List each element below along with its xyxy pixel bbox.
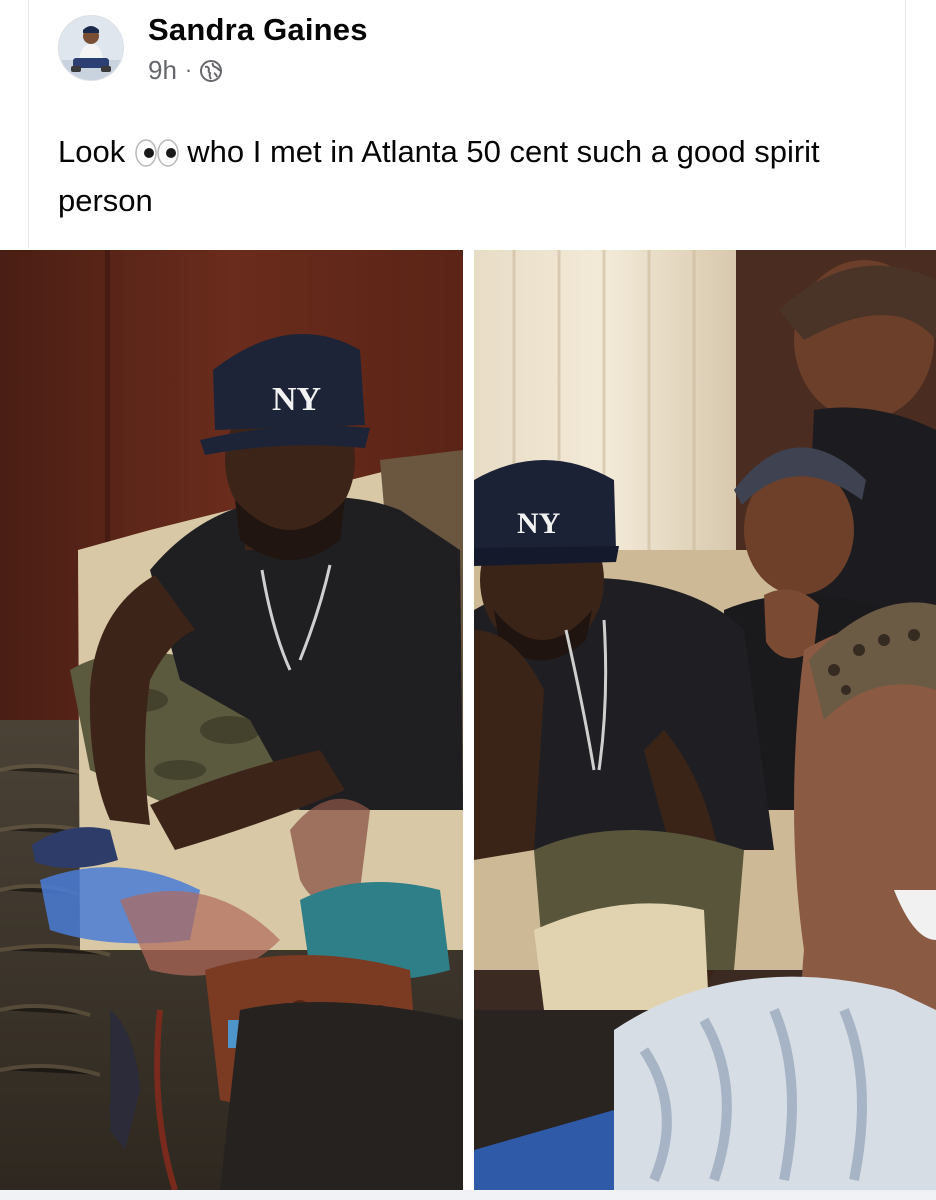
facebook-post: Sandra Gaines 9h · Look who I met in Atl…	[0, 0, 936, 1200]
avatar[interactable]	[58, 15, 124, 81]
photo-left[interactable]: NY	[0, 250, 463, 1190]
post-timestamp[interactable]: 9h	[148, 56, 177, 84]
post-time-row: 9h ·	[148, 56, 368, 84]
card-left-border	[28, 0, 29, 248]
bottom-divider	[0, 1190, 936, 1200]
post-text-before: Look	[58, 134, 126, 169]
eyes-icon	[133, 133, 181, 167]
cap-logo-left: NY	[272, 381, 321, 418]
photo-right[interactable]: NY	[474, 250, 936, 1190]
globe-icon[interactable]	[200, 59, 223, 82]
post-header: Sandra Gaines 9h ·	[58, 12, 368, 84]
post-text: Look who I met in Atlanta 50 cent such a…	[58, 127, 878, 225]
cap-logo-right: NY	[517, 507, 561, 540]
meta-separator: ·	[184, 57, 193, 82]
author-name[interactable]: Sandra Gaines	[148, 12, 368, 48]
post-meta: Sandra Gaines 9h ·	[148, 12, 368, 84]
card-right-border	[905, 0, 906, 248]
